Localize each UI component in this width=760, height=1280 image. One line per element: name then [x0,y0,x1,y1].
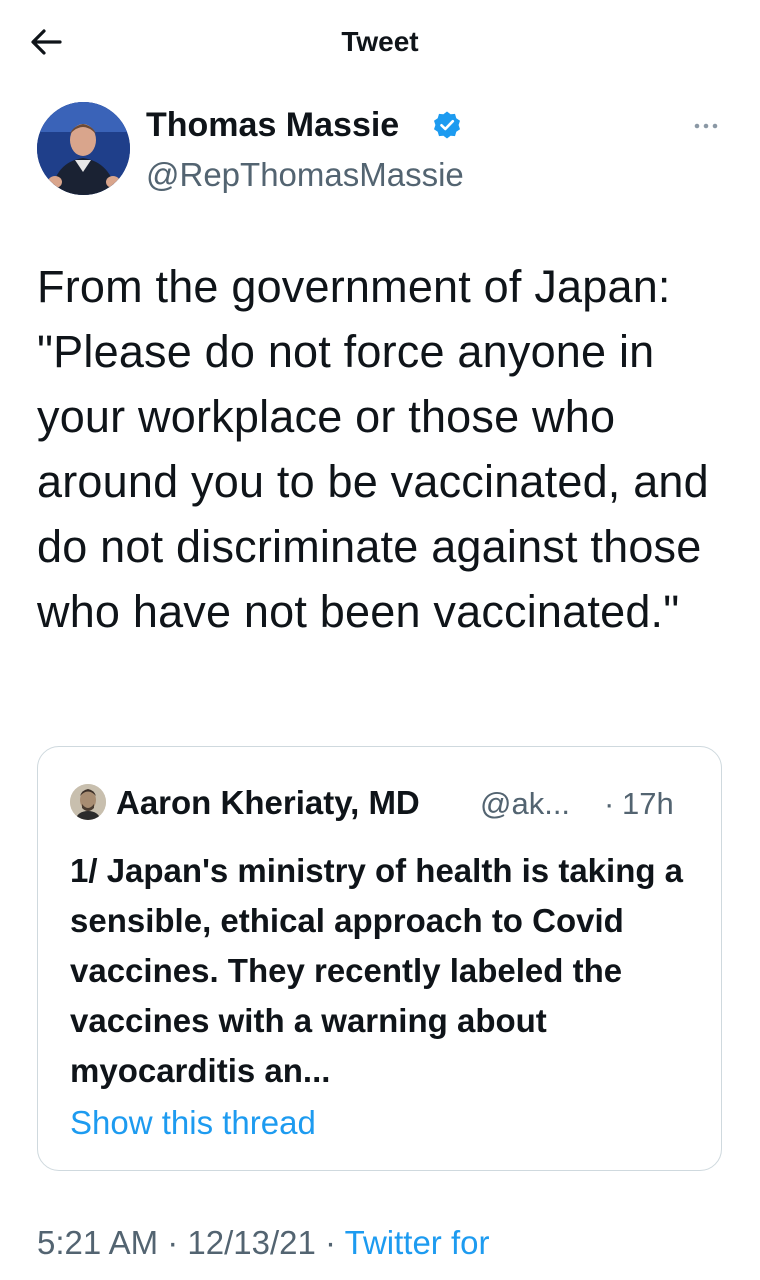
tweet-time: 5:21 AM [37,1224,159,1261]
tweet-meta: 5:21 AM · 12/13/21 · Twitter for [37,1224,489,1262]
author-handle[interactable]: @RepThomasMassie [146,156,464,194]
quote-separator: · [604,786,615,821]
tweet-date: 12/13/21 [187,1224,316,1261]
meta-separator: · [158,1224,188,1261]
author-name[interactable]: Thomas Massie [146,106,399,145]
page-title: Tweet [341,26,419,57]
quote-author-name: Aaron Kheriaty, MD [116,784,420,821]
show-thread-link[interactable]: Show this thread [70,1104,316,1142]
quote-timestamp: 17h [622,786,674,821]
meta-separator: · [315,1224,345,1261]
verified-badge-icon [434,111,460,139]
quote-text: 1/ Japan's ministry of health is taking … [70,852,684,1089]
quote-author-handle: @ak... [480,786,571,821]
tweet-source-link[interactable]: Twitter for [345,1224,490,1261]
avatar-photo [37,102,130,195]
more-horizontal-icon[interactable] [690,114,722,138]
quote-avatar [70,784,106,820]
tweet-text: From the government of Japan: "Please do… [37,261,709,637]
avatar[interactable] [37,102,130,195]
quote-avatar-photo [70,784,106,820]
